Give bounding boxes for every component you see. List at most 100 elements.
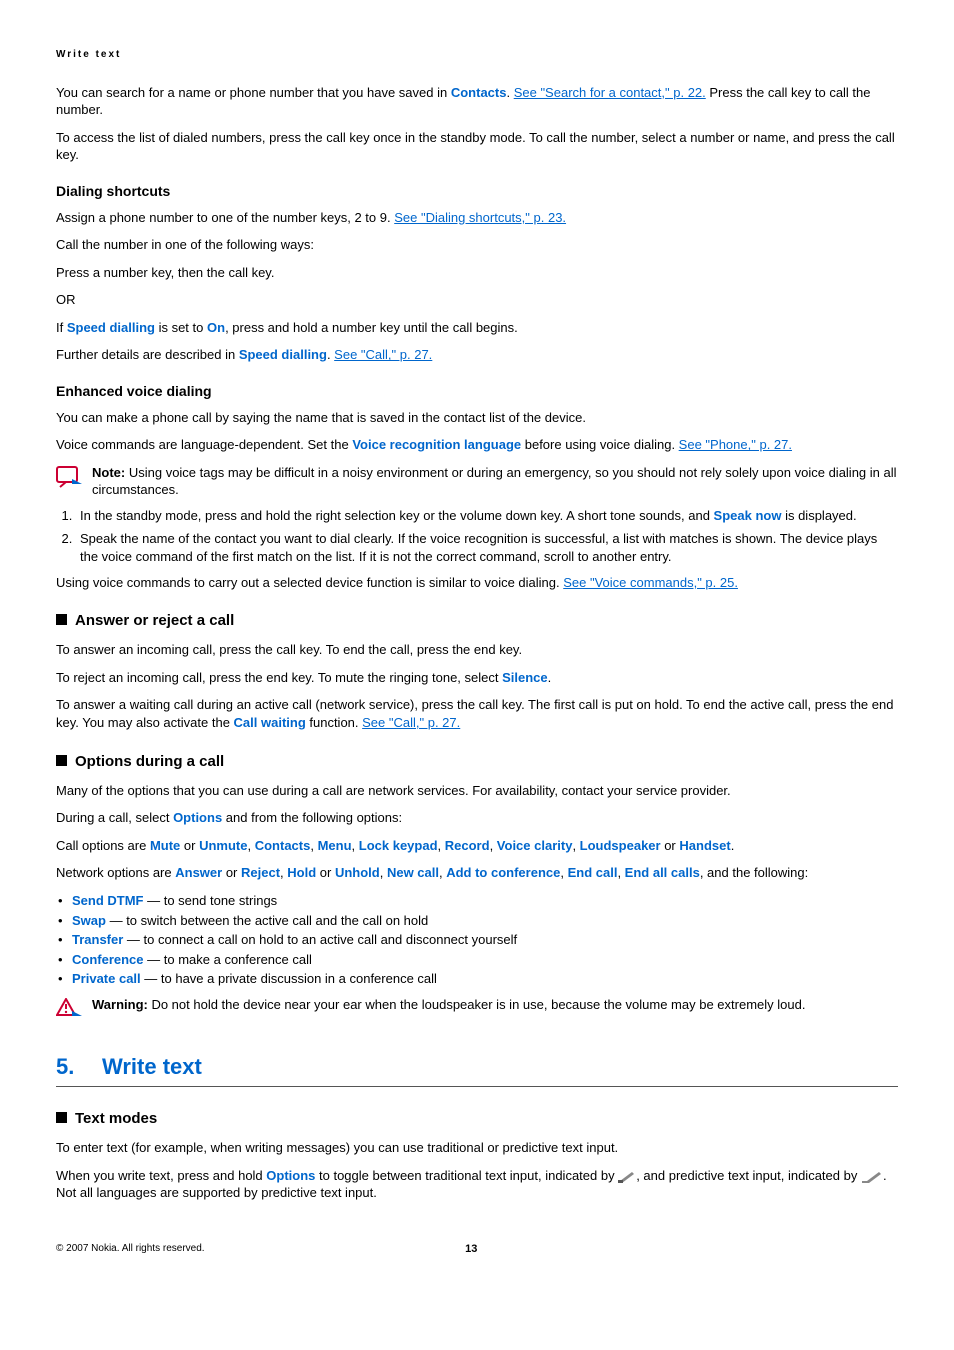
ui-term-silence: Silence: [502, 670, 548, 685]
ui-term-options-2: Options: [266, 1168, 315, 1183]
text: , and predictive text input, indicated b…: [636, 1168, 861, 1183]
p-reject-incoming: To reject an incoming call, press the en…: [56, 669, 898, 687]
running-header: Write text: [56, 48, 898, 62]
opt-clarity: Voice clarity: [497, 838, 573, 853]
opt-handset: Handset: [679, 838, 730, 853]
text: You can search for a name or phone numbe…: [56, 85, 451, 100]
ui-term-call-waiting: Call waiting: [234, 715, 306, 730]
text: — to send tone strings: [144, 893, 278, 908]
list-item: Conference — to make a conference call: [56, 951, 898, 969]
text: .: [731, 838, 735, 853]
list-item: Swap — to switch between the active call…: [56, 912, 898, 930]
p-options-note: Many of the options that you can use dur…: [56, 782, 898, 800]
link-call-27[interactable]: See "Call," p. 27.: [334, 347, 432, 362]
text: — to switch between the active call and …: [106, 913, 428, 928]
footer-spacer: [738, 1242, 898, 1257]
chapter-heading: 5. Write text: [56, 1052, 898, 1082]
step-1: In the standby mode, press and hold the …: [76, 507, 898, 525]
note-icon: [56, 466, 82, 493]
list-item: Private call — to have a private discuss…: [56, 970, 898, 988]
link-voice-commands[interactable]: See "Voice commands," p. 25.: [563, 575, 738, 590]
square-bullet-icon: [56, 614, 67, 625]
opt-unhold: Unhold: [335, 865, 380, 880]
text: When you write text, press and hold: [56, 1168, 266, 1183]
text: , press and hold a number key until the …: [225, 320, 518, 335]
opt-lock: Lock keypad: [359, 838, 438, 853]
copyright-text: © 2007 Nokia. All rights reserved.: [56, 1242, 205, 1257]
p-enter-text: To enter text (for example, when writing…: [56, 1139, 898, 1157]
warning-label: Warning:: [92, 997, 151, 1012]
p-call-ways: Call the number in one of the following …: [56, 236, 898, 254]
text: , and the following:: [700, 865, 808, 880]
opt-contacts: Contacts: [255, 838, 311, 853]
p-press-number-key: Press a number key, then the call key.: [56, 264, 898, 282]
link-search-contact[interactable]: See "Search for a contact," p. 22.: [514, 85, 706, 100]
link-dialing-shortcuts[interactable]: See "Dialing shortcuts," p. 23.: [394, 210, 566, 225]
p-answer-incoming: To answer an incoming call, press the ca…: [56, 641, 898, 659]
opt-swap: Swap: [72, 913, 106, 928]
text: In the standby mode, press and hold the …: [80, 508, 714, 523]
text: function.: [306, 715, 362, 730]
text: Network options are: [56, 865, 175, 880]
heading-options-call: Options during a call: [56, 752, 898, 772]
opt-mute: Mute: [150, 838, 180, 853]
opt-unmute: Unmute: [199, 838, 247, 853]
heading-dialing-shortcuts: Dialing shortcuts: [56, 182, 898, 201]
text: is displayed.: [781, 508, 856, 523]
text: or: [661, 838, 680, 853]
ui-term-options: Options: [173, 810, 222, 825]
link-phone-27[interactable]: See "Phone," p. 27.: [679, 437, 792, 452]
list-item: Transfer — to connect a call on hold to …: [56, 931, 898, 949]
chapter-number: 5.: [56, 1052, 102, 1082]
opt-endcall: End call: [568, 865, 618, 880]
note-block: Note: Using voice tags may be difficult …: [56, 464, 898, 499]
text: — to make a conference call: [144, 952, 312, 967]
pencil-icon: [618, 1169, 636, 1183]
opt-answer: Answer: [175, 865, 222, 880]
p-voice-lang: Voice commands are language-dependent. S…: [56, 436, 898, 454]
p-or: OR: [56, 291, 898, 309]
opt-loud: Loudspeaker: [580, 838, 661, 853]
p-assign-number: Assign a phone number to one of the numb…: [56, 209, 898, 227]
p-waiting-call: To answer a waiting call during an activ…: [56, 696, 898, 731]
ui-term-on: On: [207, 320, 225, 335]
opt-conference: Conference: [72, 952, 144, 967]
text: before using voice dialing.: [521, 437, 679, 452]
call-options-list: Send DTMF — to send tone strings Swap — …: [56, 892, 898, 988]
chapter-title: Write text: [102, 1052, 202, 1082]
p-further-details: Further details are described in Speed d…: [56, 346, 898, 364]
opt-menu: Menu: [318, 838, 352, 853]
warning-body: Do not hold the device near your ear whe…: [151, 997, 805, 1012]
opt-reject: Reject: [241, 865, 280, 880]
link-call-27-b[interactable]: See "Call," p. 27.: [362, 715, 460, 730]
p-voice-commands: Using voice commands to carry out a sele…: [56, 574, 898, 592]
text: If: [56, 320, 67, 335]
opt-hold: Hold: [287, 865, 316, 880]
heading-text-modes: Text modes: [56, 1109, 898, 1129]
page-number: 13: [465, 1242, 477, 1257]
text: To reject an incoming call, press the en…: [56, 670, 502, 685]
square-bullet-icon: [56, 1112, 67, 1123]
voice-steps-list: In the standby mode, press and hold the …: [56, 507, 898, 566]
step-2: Speak the name of the contact you want t…: [76, 530, 898, 565]
p-call-options: Call options are Mute or Unmute, Contact…: [56, 837, 898, 855]
text: is set to: [155, 320, 207, 335]
text: .: [506, 85, 513, 100]
ui-term-speed-dialling: Speed dialling: [67, 320, 155, 335]
heading-enhanced-voice: Enhanced voice dialing: [56, 382, 898, 401]
text: or: [316, 865, 335, 880]
opt-private-call: Private call: [72, 971, 141, 986]
heading-answer-reject: Answer or reject a call: [56, 611, 898, 631]
text: Using voice commands to carry out a sele…: [56, 575, 563, 590]
heading-text: Options during a call: [75, 753, 224, 770]
text: to toggle between traditional text input…: [315, 1168, 618, 1183]
opt-newcall: New call: [387, 865, 439, 880]
opt-endall: End all calls: [625, 865, 700, 880]
warning-icon: [56, 998, 82, 1025]
text: Voice commands are language-dependent. S…: [56, 437, 352, 452]
opt-addconf: Add to conference: [446, 865, 560, 880]
page-footer: © 2007 Nokia. All rights reserved. 13: [56, 1242, 898, 1257]
opt-record: Record: [445, 838, 490, 853]
p-select-options: During a call, select Options and from t…: [56, 809, 898, 827]
opt-transfer: Transfer: [72, 932, 123, 947]
